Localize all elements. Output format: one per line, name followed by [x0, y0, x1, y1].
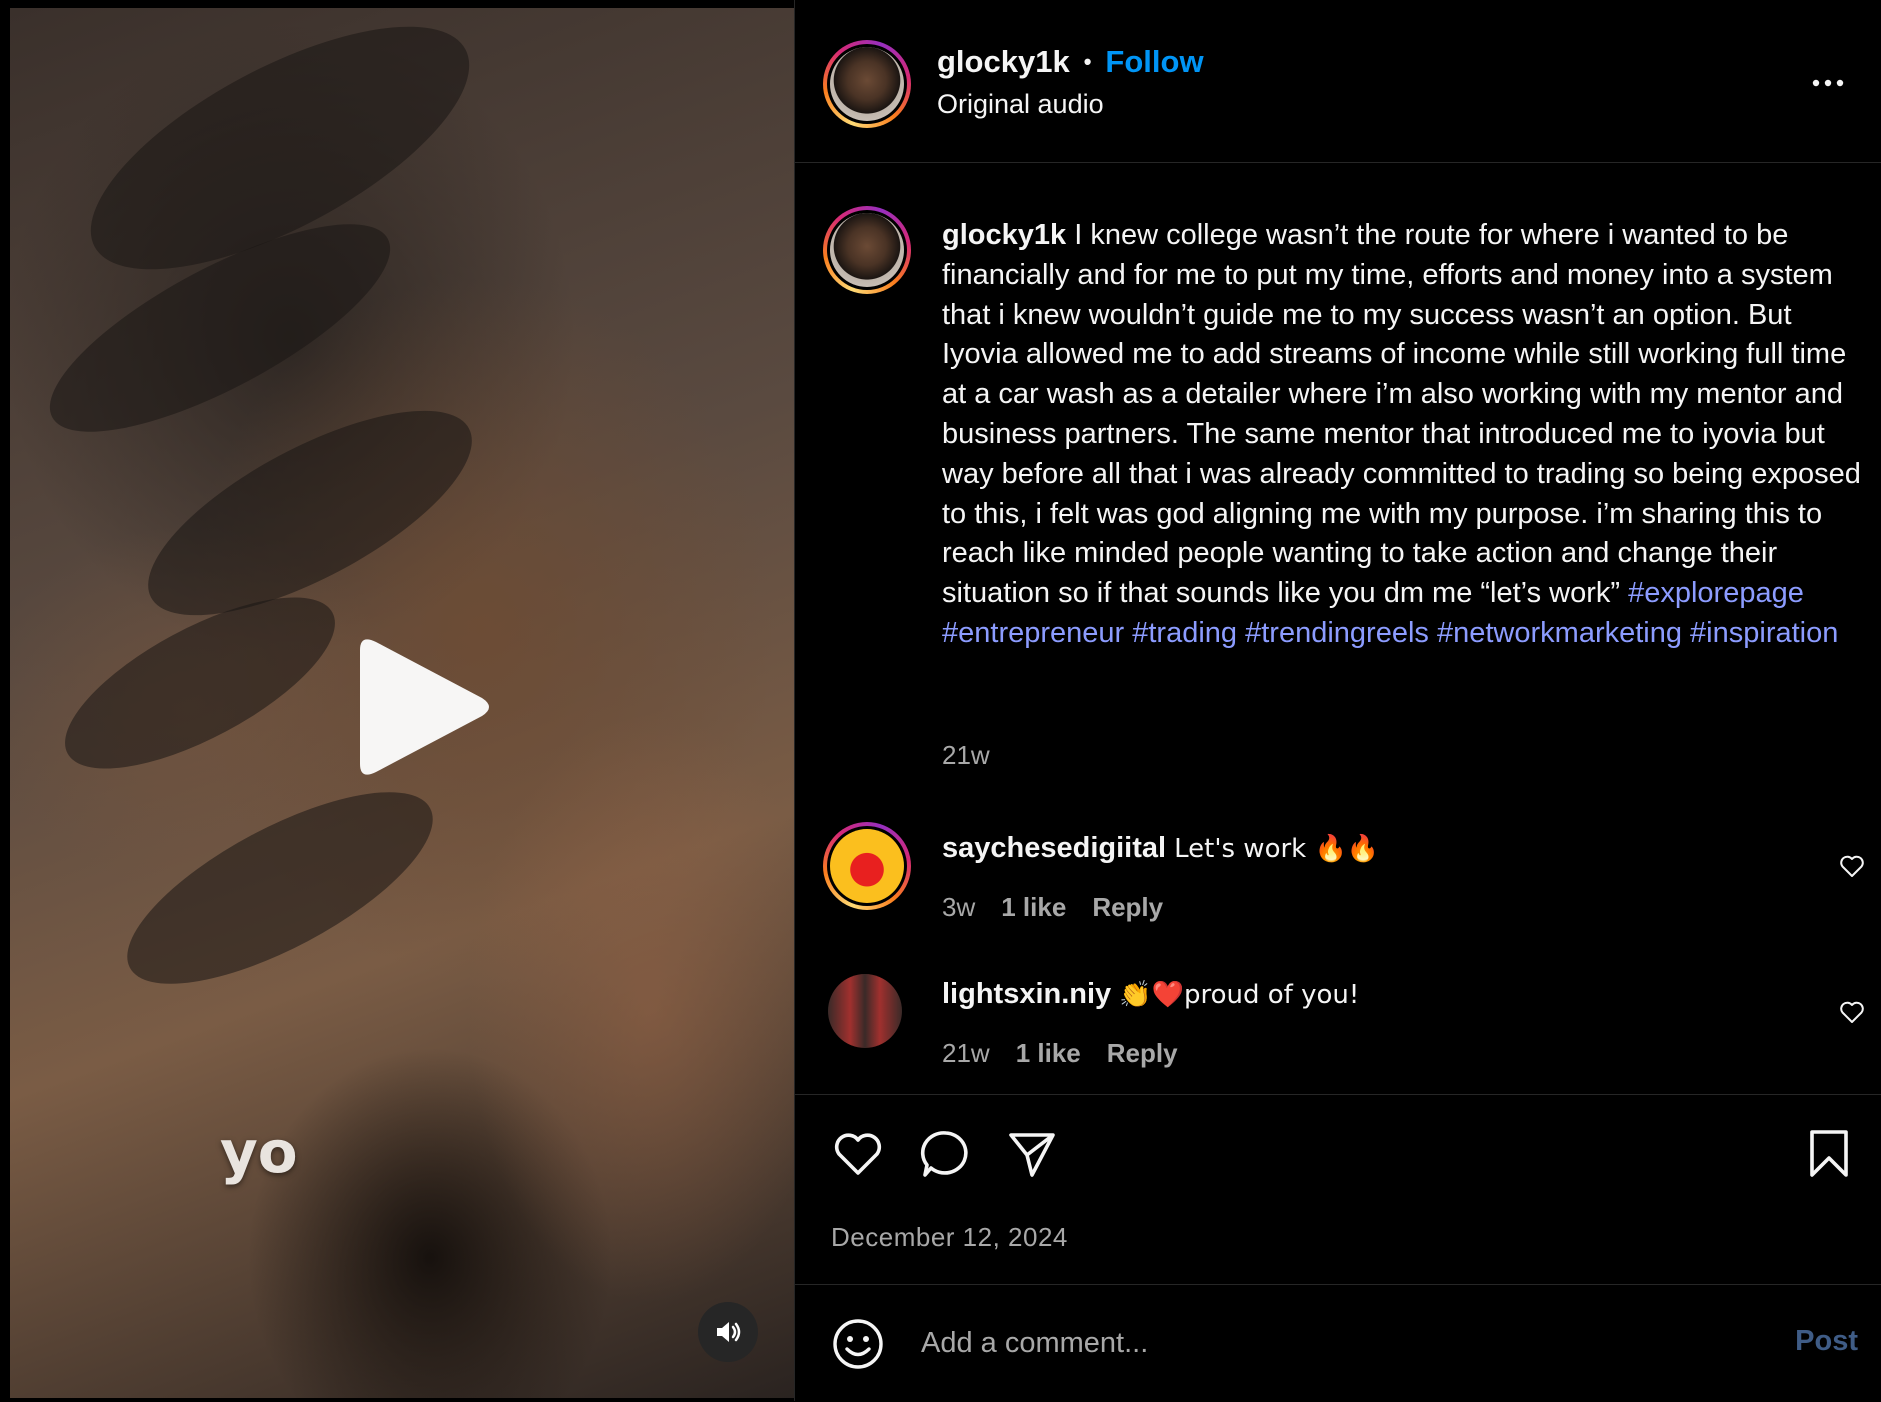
comment-text-line: lightsxin.niy 👏❤️proud of you!: [942, 978, 1359, 1011]
post-details-panel: glocky1k • Follow Original audio glocky1…: [794, 0, 1881, 1401]
hashtag-link[interactable]: #networkmarketing: [1437, 617, 1682, 649]
hashtag-link[interactable]: #trendingreels: [1245, 617, 1429, 649]
comment-username[interactable]: lightsxin.niy: [942, 978, 1111, 1010]
post-action-bar: December 12, 2024: [795, 1094, 1881, 1285]
header-user-row: glocky1k • Follow: [937, 44, 1204, 80]
bookmark-icon[interactable]: [1802, 1127, 1856, 1181]
caption-author-avatar[interactable]: [823, 206, 911, 294]
reply-button[interactable]: Reply: [1107, 1038, 1178, 1069]
play-icon[interactable]: [348, 632, 498, 782]
caption-text: glocky1k I knew college wasn’t the route…: [942, 216, 1867, 654]
more-options-icon[interactable]: [1808, 68, 1848, 98]
heart-icon[interactable]: [831, 1127, 885, 1181]
comment-text: Let's work 🔥🔥: [1174, 834, 1380, 864]
comment-likes[interactable]: 1 like: [1001, 892, 1066, 923]
author-avatar[interactable]: [823, 40, 911, 128]
caption-body: I knew college wasn’t the route for wher…: [942, 219, 1861, 610]
video-caption-overlay: yo: [220, 1118, 298, 1186]
comment-icon[interactable]: [919, 1127, 973, 1181]
hashtag-link[interactable]: #explorepage: [1628, 577, 1804, 609]
commenter-avatar[interactable]: [823, 822, 911, 910]
comment-username[interactable]: saychesedigiital: [942, 832, 1166, 864]
comment-input[interactable]: [919, 1313, 1663, 1373]
share-icon[interactable]: [1005, 1127, 1059, 1181]
author-username[interactable]: glocky1k: [937, 44, 1070, 80]
reel-video[interactable]: yo: [10, 8, 794, 1398]
comment-like-icon[interactable]: [1838, 998, 1866, 1026]
post-header: glocky1k • Follow Original audio: [795, 0, 1881, 163]
mute-button[interactable]: [698, 1302, 758, 1362]
add-comment-bar: Post: [795, 1284, 1881, 1402]
post-date: December 12, 2024: [831, 1222, 1068, 1252]
smiley-icon[interactable]: [831, 1317, 885, 1371]
follow-button[interactable]: Follow: [1105, 44, 1203, 80]
comment-meta: 21w 1 like Reply: [942, 1038, 1178, 1069]
comment-text-line: saychesedigiital Let's work 🔥🔥: [942, 832, 1379, 865]
comment-time: 21w: [942, 1038, 990, 1068]
hashtag-link[interactable]: #inspiration: [1690, 617, 1838, 649]
avatar-photo: [830, 829, 904, 903]
post-comment-button[interactable]: Post: [1795, 1325, 1858, 1358]
avatar-photo: [830, 213, 904, 287]
comment-meta: 3w 1 like Reply: [942, 892, 1163, 923]
commenter-avatar[interactable]: [828, 974, 902, 1048]
video-texture: [101, 755, 459, 1021]
reply-button[interactable]: Reply: [1092, 892, 1163, 923]
comment-likes[interactable]: 1 like: [1016, 1038, 1081, 1069]
audio-label[interactable]: Original audio: [937, 89, 1104, 120]
comment-time: 3w: [942, 892, 976, 922]
caption-username[interactable]: glocky1k: [942, 219, 1066, 251]
speaker-icon: [717, 1322, 741, 1342]
comment-like-icon[interactable]: [1838, 852, 1866, 880]
separator-dot: •: [1083, 49, 1092, 74]
avatar-photo: [830, 47, 904, 121]
hashtag-link[interactable]: #trading: [1132, 617, 1237, 649]
caption-timestamp: 21w: [942, 740, 990, 770]
hashtag-link[interactable]: #entrepreneur: [942, 617, 1124, 649]
comment-text: 👏❤️proud of you!: [1119, 980, 1360, 1010]
